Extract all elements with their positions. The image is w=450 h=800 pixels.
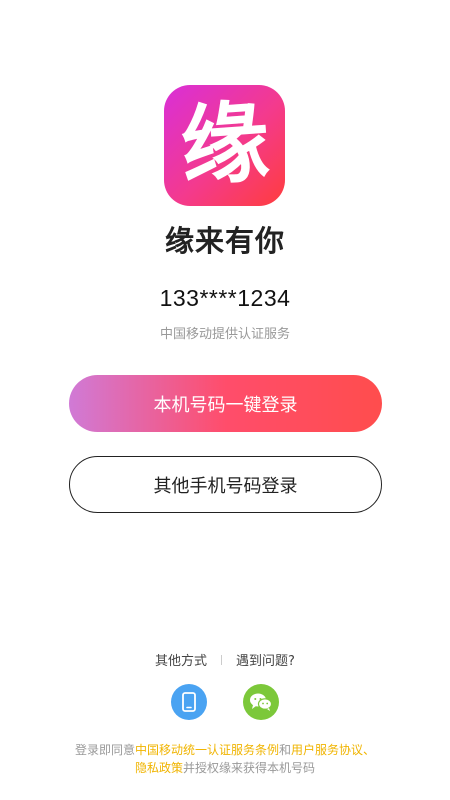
agreement-suffix: 并授权缘来获得本机号码 — [183, 761, 316, 775]
other-phone-login-button[interactable]: 其他手机号码登录 — [69, 456, 382, 513]
phone-login-button[interactable] — [171, 684, 207, 720]
cmcc-terms-link[interactable]: 中国移动统一认证服务条例 — [135, 743, 279, 757]
help-link[interactable]: 遇到问题? — [236, 650, 295, 669]
app-logo: 缘 — [164, 85, 285, 206]
agreement-text: 登录即同意中国移动统一认证服务条例和用户服务协议、隐私政策并授权缘来获得本机号码 — [40, 741, 410, 777]
masked-phone-number: 133****1234 — [159, 285, 291, 311]
other-methods-row: 其他方式 遇到问题? — [0, 650, 450, 669]
auth-provider-text: 中国移动提供认证服务 — [159, 327, 290, 342]
app-name: 缘来有你 — [164, 224, 285, 258]
phone-icon — [182, 692, 196, 712]
wechat-login-button[interactable] — [243, 684, 279, 720]
agreement-conj: 和 — [279, 743, 292, 757]
other-methods-link[interactable]: 其他方式 — [155, 650, 207, 669]
divider — [221, 654, 223, 665]
agreement-prefix: 登录即同意 — [74, 743, 135, 757]
login-screen: 缘 缘来有你 133****1234 中国移动提供认证服务 本机号码一键登录 其… — [0, 0, 450, 800]
app-logo-glyph: 缘 — [177, 88, 272, 199]
wechat-icon — [250, 693, 273, 711]
one-click-login-button[interactable]: 本机号码一键登录 — [69, 375, 382, 432]
user-agreement-link[interactable]: 用户服务协议、 — [291, 743, 375, 757]
privacy-policy-link[interactable]: 隐私政策 — [135, 761, 183, 775]
